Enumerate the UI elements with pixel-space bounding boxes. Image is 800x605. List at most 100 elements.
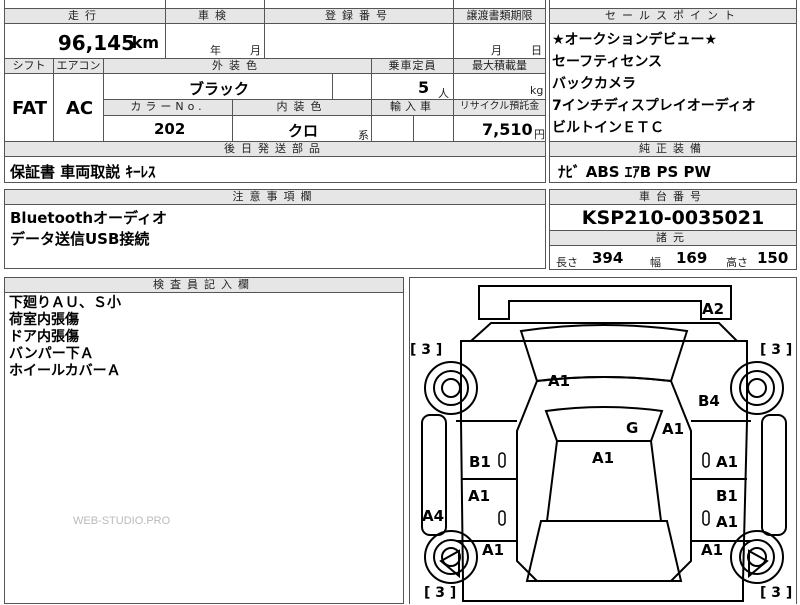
- inspector-line: ホイールカバーＡ: [9, 363, 121, 379]
- height-value: 150: [757, 249, 789, 267]
- mark-right-fender: A1: [701, 541, 724, 559]
- dims-header: 諸元: [549, 230, 797, 246]
- mark-left-fender: A1: [482, 541, 505, 559]
- mark-roof: A1: [592, 449, 615, 467]
- chassis-number: KSP210-0035021: [581, 207, 765, 229]
- mileage-unit: km: [131, 33, 159, 52]
- ext-color-header: 外装色: [103, 58, 372, 74]
- transfer-deadline-header: 譲渡書類期限: [453, 8, 546, 24]
- inspection-cell: 年 月: [165, 23, 265, 59]
- transfer-day-unit: 日: [531, 44, 542, 57]
- ac-value: AC: [66, 98, 94, 119]
- inspector-line: バンパー下Ａ: [9, 346, 94, 362]
- mark-left-rear-door: B1: [469, 453, 491, 471]
- recycle-header: リサイクル預託金: [453, 99, 546, 116]
- tire-tread-front-right: [ 3 ]: [760, 585, 793, 601]
- later-parts-cell: 保証書 車両取説 ｷｰﾚｽ: [4, 156, 546, 183]
- height-label: 高さ: [726, 256, 748, 269]
- inspector-notes: 下廻りＡＵ、Ｓ小 荷室内張傷 ドア内張傷 バンパー下Ａ ホイールカバーＡ: [9, 295, 121, 380]
- mark-left-sill: A4: [422, 507, 445, 525]
- shift-cell: FAT: [4, 73, 54, 142]
- transfer-deadline-cell: 月 日: [453, 23, 546, 59]
- mileage-value: 96,145: [57, 31, 135, 55]
- tire-tread-rear-right: [ 3 ]: [760, 342, 793, 358]
- notes-text: Bluetoothオーディオ データ送信USB接続: [10, 208, 167, 250]
- import-header: 輸入車: [371, 99, 454, 116]
- equipment-value: ﾅﾋﾞ ABS ｴｱB PS PW: [558, 163, 712, 181]
- top-stub: [549, 0, 797, 9]
- dims-cell: 長さ 394 幅 169 高さ 150: [549, 245, 797, 270]
- color-no-header: カラーNo.: [103, 99, 233, 116]
- max-load-header: 最大積載量: [453, 58, 546, 74]
- transfer-month-unit: 月: [491, 44, 502, 57]
- mark-g: G: [626, 419, 639, 437]
- equipment-cell: ﾅﾋﾞ ABS ｴｱB PS PW: [549, 156, 797, 183]
- sales-point-line: ビルトインＥＴＣ: [552, 120, 664, 136]
- inspector-line: 下廻りＡＵ、Ｓ小: [9, 295, 121, 311]
- damage-diagram: [ 3 ] [ 3 ] [ 3 ] [ 3 ] A2 A1 B4 G A1 A1…: [409, 277, 797, 604]
- ext-color-value: ブラック: [189, 80, 250, 98]
- int-color-value: クロ: [288, 122, 319, 140]
- sales-points-header: セールスポイント: [549, 8, 797, 24]
- equipment-header: 純正装備: [549, 141, 797, 157]
- mark-rear-quarter-right: B4: [698, 392, 720, 410]
- mark-right-front-door-a: A1: [716, 513, 739, 531]
- ext-color-cell: ブラック: [103, 73, 333, 100]
- notes-cell: Bluetoothオーディオ データ送信USB接続: [4, 204, 546, 269]
- recycle-unit: 円: [534, 128, 545, 141]
- length-value: 394: [592, 249, 624, 267]
- ext-color-extra-cell: [332, 73, 372, 100]
- tire-tread-rear-left: [ 3 ]: [410, 342, 443, 358]
- inspector-cell: 下廻りＡＵ、Ｓ小 荷室内張傷 ドア内張傷 バンパー下Ａ ホイールカバーＡ WEB…: [4, 292, 404, 604]
- registration-cell: [264, 23, 454, 59]
- mark-left-front-door: A1: [468, 487, 491, 505]
- sales-points-list: ★オークションデビュー★ セーフティセンス バックカメラ 7インチディスプレイオ…: [552, 29, 756, 139]
- notes-line: Bluetoothオーディオ: [10, 209, 168, 227]
- later-parts-value: 保証書 車両取説 ｷｰﾚｽ: [10, 163, 156, 181]
- mileage-header: 走行: [4, 8, 166, 24]
- chassis-header: 車台番号: [549, 189, 797, 205]
- int-color-header: 内装色: [232, 99, 372, 116]
- car-outline: [421, 285, 787, 602]
- max-load-cell: kg: [453, 73, 546, 100]
- import-cell-b: [413, 115, 454, 142]
- recycle-cell: 7,510 円: [453, 115, 546, 142]
- top-stub: [165, 0, 265, 9]
- int-color-cell: クロ 系: [232, 115, 372, 142]
- sales-point-line: セーフティセンス: [552, 54, 663, 70]
- sales-point-line: 7インチディスプレイオーディオ: [552, 98, 756, 114]
- top-stub: [453, 0, 546, 9]
- mileage-cell: 96,145 km: [4, 23, 166, 59]
- sales-point-line: バックカメラ: [552, 76, 636, 92]
- top-stub: [4, 0, 166, 9]
- mark-pillar-right: A1: [662, 420, 685, 438]
- mark-rear-right: A2: [702, 300, 725, 318]
- import-cell-a: [371, 115, 414, 142]
- ac-cell: AC: [53, 73, 104, 142]
- top-stub: [264, 0, 454, 9]
- registration-header: 登録番号: [264, 8, 454, 24]
- sales-point-line: ★オークションデビュー★: [552, 32, 718, 48]
- watermark: WEB-STUDIO.PRO: [73, 515, 171, 527]
- mark-rear-glass: A1: [548, 372, 571, 390]
- capacity-cell: 5 人: [371, 73, 454, 100]
- inspector-line: 荷室内張傷: [9, 312, 79, 328]
- capacity-value: 5: [418, 78, 430, 97]
- ac-header: エアコン: [53, 58, 104, 74]
- inspection-month-unit: 月: [250, 44, 261, 57]
- chassis-cell: KSP210-0035021: [549, 204, 797, 231]
- vehicle-spec-sheet: 走行 車検 登録番号 譲渡書類期限 96,145 km 年 月 月 日 シフト …: [4, 0, 546, 155]
- inspection-year-unit: 年: [210, 44, 221, 57]
- mark-right-rear-door: A1: [716, 453, 739, 471]
- later-parts-header: 後日発送部品: [4, 141, 546, 157]
- notes-line: データ送信USB接続: [10, 230, 150, 248]
- color-no-value: 202: [154, 120, 186, 138]
- inspector-line: ドア内張傷: [9, 329, 79, 345]
- capacity-header: 乗車定員: [371, 58, 454, 74]
- width-label: 幅: [650, 256, 661, 269]
- width-value: 169: [676, 249, 708, 267]
- max-load-unit: kg: [530, 84, 544, 97]
- notes-header: 注意事項欄: [4, 189, 546, 205]
- tire-tread-front-left: [ 3 ]: [424, 585, 457, 601]
- color-no-cell: 202: [103, 115, 233, 142]
